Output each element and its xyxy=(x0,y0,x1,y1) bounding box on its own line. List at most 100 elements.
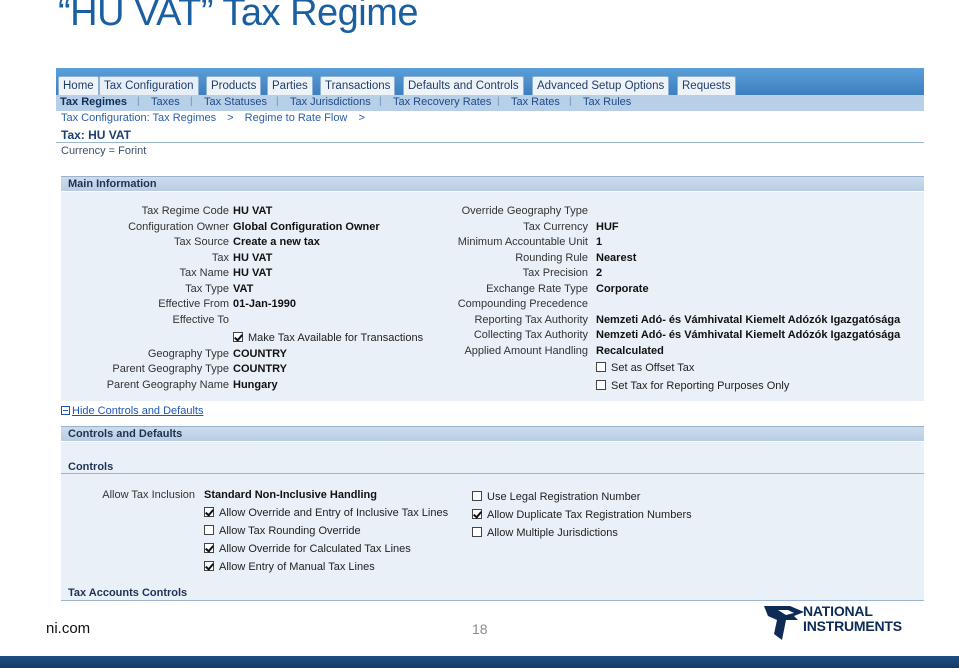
subtab-separator: | xyxy=(497,96,500,107)
controls-divider xyxy=(61,473,924,474)
field-label: Geography Type xyxy=(147,348,229,360)
make-tax-available-checkbox[interactable]: Make Tax Available for Transactions xyxy=(233,332,423,344)
subtab-tax-rates[interactable]: Tax Rates xyxy=(511,96,560,108)
checkbox-label: Allow Multiple Jurisdictions xyxy=(487,527,618,539)
subtab-separator: | xyxy=(190,96,193,107)
checkbox-checked-icon[interactable] xyxy=(233,332,243,342)
sub-tab-bar: Tax Regimes | Taxes | Tax Statuses | Tax… xyxy=(56,95,924,111)
checkbox-unchecked-icon[interactable] xyxy=(596,362,606,372)
hide-controls-link[interactable]: Hide Controls and Defaults xyxy=(61,405,203,417)
breadcrumb-separator: > xyxy=(227,112,234,124)
subtab-tax-rules[interactable]: Tax Rules xyxy=(583,96,631,108)
reporting-purposes-only-checkbox[interactable]: Set Tax for Reporting Purposes Only xyxy=(596,380,789,392)
checkbox-label: Use Legal Registration Number xyxy=(487,491,641,503)
controls-subheading: Controls xyxy=(68,461,114,473)
subtab-separator: | xyxy=(137,96,140,107)
checkbox-label: Allow Tax Rounding Override xyxy=(219,525,361,537)
field-value: HU VAT xyxy=(233,252,273,264)
allow-multiple-jurisdictions-checkbox[interactable]: Allow Multiple Jurisdictions xyxy=(472,527,618,539)
footer-bar xyxy=(0,656,959,668)
tab-advanced-setup-options[interactable]: Advanced Setup Options xyxy=(532,76,670,95)
checkbox-checked-icon[interactable] xyxy=(204,543,214,553)
subtab-tax-recovery-rates[interactable]: Tax Recovery Rates xyxy=(393,96,491,108)
ebs-tax-window: Home Tax Configuration Products Parties … xyxy=(56,68,924,601)
accounts-divider xyxy=(61,600,924,601)
subtab-tax-regimes[interactable]: Tax Regimes xyxy=(60,96,127,108)
checkbox-unchecked-icon[interactable] xyxy=(596,380,606,390)
field-value: Corporate xyxy=(596,283,649,295)
hide-controls-label[interactable]: Hide Controls and Defaults xyxy=(72,405,203,417)
checkbox-label: Allow Override for Calculated Tax Lines xyxy=(219,543,411,555)
checkbox-unchecked-icon[interactable] xyxy=(204,525,214,535)
field-value: 2 xyxy=(596,267,603,279)
field-value: Nemzeti Adó- és Vámhivatal Kiemelt Adózó… xyxy=(596,329,901,341)
field-label: Applied Amount Handling xyxy=(464,345,588,357)
field-label: Parent Geography Name xyxy=(106,379,229,391)
field-label: Rounding Rule xyxy=(515,252,588,264)
controls-panel: Controls xyxy=(61,442,924,601)
field-value: HUF xyxy=(596,221,619,233)
checkbox-checked-icon[interactable] xyxy=(204,507,214,517)
subtab-separator: | xyxy=(569,96,572,107)
allow-tax-rounding-override-checkbox[interactable]: Allow Tax Rounding Override xyxy=(204,525,361,537)
allow-override-inclusive-checkbox[interactable]: Allow Override and Entry of Inclusive Ta… xyxy=(204,507,448,519)
allow-duplicate-registration-checkbox[interactable]: Allow Duplicate Tax Registration Numbers xyxy=(472,509,692,521)
field-value: VAT xyxy=(233,283,254,295)
subtab-taxes[interactable]: Taxes xyxy=(151,96,180,108)
set-as-offset-tax-checkbox[interactable]: Set as Offset Tax xyxy=(596,362,694,374)
field-label: Tax Currency xyxy=(523,221,588,233)
field-label: Tax Regime Code xyxy=(141,205,229,217)
checkbox-checked-icon[interactable] xyxy=(204,561,214,571)
page-title: Tax: HU VAT xyxy=(61,128,132,142)
controls-and-defaults-header: Controls and Defaults xyxy=(61,426,924,441)
field-value: COUNTRY xyxy=(233,348,287,360)
field-value: Recalculated xyxy=(596,345,664,357)
field-label: Override Geography Type xyxy=(461,205,588,217)
collapse-icon[interactable] xyxy=(61,406,70,415)
allow-override-calculated-checkbox[interactable]: Allow Override for Calculated Tax Lines xyxy=(204,543,411,555)
main-information-panel: Tax Regime Code HU VAT Configuration Own… xyxy=(61,192,924,401)
tab-products[interactable]: Products xyxy=(206,76,262,95)
field-label: Tax Type xyxy=(185,283,229,295)
checkbox-label: Make Tax Available for Transactions xyxy=(248,332,424,344)
tab-transactions[interactable]: Transactions xyxy=(320,76,396,95)
field-label: Minimum Accountable Unit xyxy=(457,236,588,248)
field-label: Parent Geography Type xyxy=(112,363,229,375)
footer-site: ni.com xyxy=(46,620,91,637)
field-label: Tax xyxy=(211,252,229,264)
checkbox-unchecked-icon[interactable] xyxy=(472,491,482,501)
field-label: Tax Name xyxy=(179,267,229,279)
field-value: Global Configuration Owner xyxy=(233,221,380,233)
page-number: 18 xyxy=(472,621,488,637)
field-label: Effective To xyxy=(172,314,229,326)
subtab-tax-jurisdictions[interactable]: Tax Jurisdictions xyxy=(290,96,371,108)
field-label: Collecting Tax Authority xyxy=(473,329,588,341)
field-value: 1 xyxy=(596,236,603,248)
checkbox-unchecked-icon[interactable] xyxy=(472,527,482,537)
subtab-separator: | xyxy=(379,96,382,107)
tax-accounts-controls-heading: Tax Accounts Controls xyxy=(68,587,188,599)
subtab-separator: | xyxy=(276,96,279,107)
tax-inclusion-value: Standard Non-Inclusive Handling xyxy=(204,489,377,501)
field-label: Reporting Tax Authority xyxy=(474,314,588,326)
breadcrumb-tax-regimes[interactable]: Tax Configuration: Tax Regimes xyxy=(61,112,216,124)
tab-requests[interactable]: Requests xyxy=(677,76,736,95)
tab-parties[interactable]: Parties xyxy=(267,76,313,95)
checkbox-checked-icon[interactable] xyxy=(472,509,482,519)
field-label: Configuration Owner xyxy=(128,221,229,233)
breadcrumb-separator: > xyxy=(358,112,365,124)
subtab-tax-statuses[interactable]: Tax Statuses xyxy=(204,96,267,108)
tab-tax-configuration[interactable]: Tax Configuration xyxy=(99,76,199,95)
field-label: Tax Precision xyxy=(522,267,588,279)
allow-manual-tax-lines-checkbox[interactable]: Allow Entry of Manual Tax Lines xyxy=(204,561,375,573)
field-value: Hungary xyxy=(233,379,278,391)
field-label: Compounding Precedence xyxy=(457,298,588,310)
field-value: Create a new tax xyxy=(233,236,320,248)
use-legal-registration-checkbox[interactable]: Use Legal Registration Number xyxy=(472,491,640,503)
tab-home[interactable]: Home xyxy=(58,76,99,95)
main-information-header: Main Information xyxy=(61,176,924,191)
breadcrumb-regime-to-rate-flow[interactable]: Regime to Rate Flow xyxy=(245,112,348,124)
checkbox-label: Allow Override and Entry of Inclusive Ta… xyxy=(219,507,449,519)
heading-divider xyxy=(56,142,924,143)
tab-defaults-and-controls[interactable]: Defaults and Controls xyxy=(403,76,524,95)
